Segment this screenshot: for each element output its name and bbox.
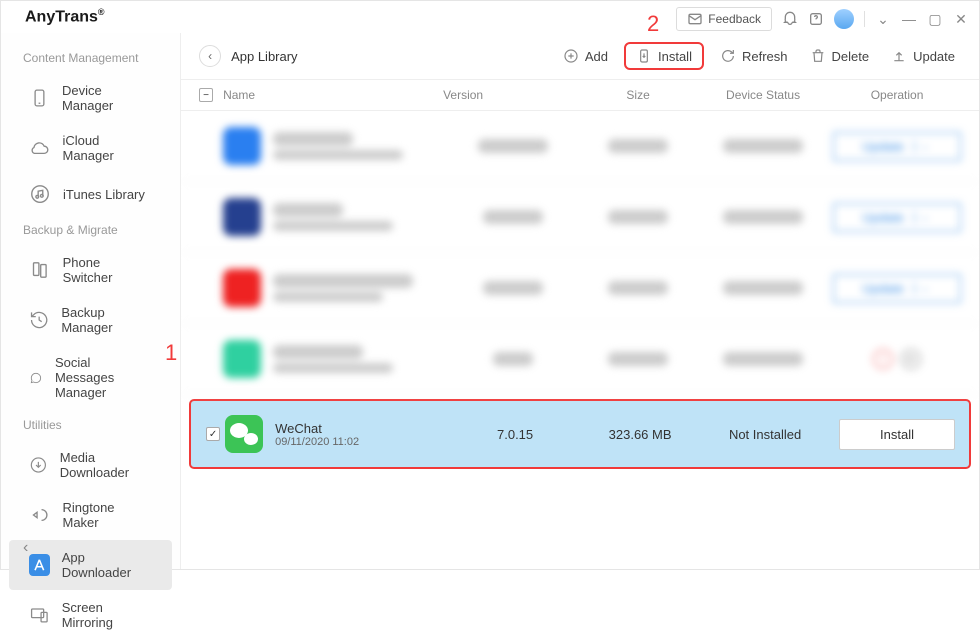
row-update-button[interactable]: Update⌄ — [833, 274, 961, 303]
chevron-down-icon: ⌄ — [914, 283, 932, 294]
plus-circle-icon — [563, 48, 579, 64]
row-update-button[interactable]: Update⌄ — [833, 203, 961, 232]
table-row-selected[interactable]: ✓ WeChat 09/11/2020 11:02 7.0.15 323.66 … — [189, 399, 971, 469]
app-icon — [29, 554, 50, 576]
maximize-button[interactable]: ▢ — [927, 11, 943, 27]
app-size: 323.66 MB — [585, 427, 695, 442]
retry-icon[interactable]: ⟳ — [901, 349, 921, 369]
mirror-icon — [29, 604, 50, 626]
chevron-down-icon[interactable]: ⌄ — [875, 11, 891, 27]
app-brand: AnyTrans® — [25, 7, 105, 26]
column-name: Name — [223, 88, 443, 102]
bell-icon[interactable] — [782, 11, 798, 27]
row-update-button[interactable]: Update⌄ — [833, 132, 961, 161]
app-version: 7.0.15 — [445, 427, 585, 442]
install-button[interactable]: Install — [624, 42, 704, 70]
delete-button[interactable]: Delete — [804, 44, 876, 68]
ringtone-icon — [29, 504, 50, 526]
app-name: WeChat — [275, 421, 359, 436]
callout-2: 2 — [647, 11, 659, 37]
column-version: Version — [443, 88, 583, 102]
sidebar-item-social-messages[interactable]: Social Messages Manager — [9, 345, 172, 410]
select-all-checkbox[interactable]: − — [199, 88, 213, 102]
row-install-button[interactable]: Install — [839, 419, 955, 450]
add-button[interactable]: Add — [557, 44, 614, 68]
switch-icon — [29, 259, 51, 281]
column-operation: Operation — [833, 88, 961, 102]
row-checkbox[interactable]: ✓ — [206, 427, 220, 441]
wechat-app-icon — [225, 415, 263, 453]
download-icon — [29, 454, 48, 476]
sidebar-section: Content Management — [1, 43, 180, 73]
column-status: Device Status — [693, 88, 833, 102]
callout-1: 1 — [165, 340, 177, 366]
app-status: Not Installed — [695, 427, 835, 442]
sidebar-item-itunes-library[interactable]: iTunes Library — [9, 173, 172, 215]
feedback-button[interactable]: Feedback — [676, 7, 772, 31]
update-button[interactable]: Update — [885, 44, 961, 68]
sidebar-section: Backup & Migrate — [1, 215, 180, 245]
table-row[interactable]: Update⌄ — [181, 182, 979, 253]
sidebar: Content Management Device Manager iCloud… — [1, 33, 181, 569]
trash-icon — [810, 48, 826, 64]
close-button[interactable]: ✕ — [953, 11, 969, 27]
table-row[interactable]: Update⌄ — [181, 253, 979, 324]
minimize-button[interactable]: — — [901, 11, 917, 27]
phone-icon — [29, 87, 50, 109]
chat-icon — [29, 367, 43, 389]
music-note-icon — [29, 183, 51, 205]
breadcrumb: App Library — [231, 49, 297, 64]
chevron-down-icon: ⌄ — [914, 212, 932, 223]
sidebar-item-screen-mirroring[interactable]: Screen Mirroring — [9, 590, 172, 640]
refresh-icon — [720, 48, 736, 64]
warning-icon[interactable]: ! — [873, 349, 893, 369]
refresh-button[interactable]: Refresh — [714, 44, 794, 68]
upload-icon — [891, 48, 907, 64]
sidebar-section: Utilities — [1, 410, 180, 440]
sidebar-item-phone-switcher[interactable]: Phone Switcher — [9, 245, 172, 295]
help-icon[interactable] — [808, 11, 824, 27]
app-date: 09/11/2020 11:02 — [275, 436, 359, 448]
sidebar-item-ringtone-maker[interactable]: Ringtone Maker — [9, 490, 172, 540]
mail-icon — [687, 11, 703, 27]
sidebar-item-media-downloader[interactable]: Media Downloader — [9, 440, 172, 490]
table-header: − Name Version Size Device Status Operat… — [181, 79, 979, 111]
chevron-down-icon: ⌄ — [914, 141, 932, 152]
column-size: Size — [583, 88, 693, 102]
sidebar-item-app-downloader[interactable]: App Downloader — [9, 540, 172, 590]
sidebar-item-icloud-manager[interactable]: iCloud Manager — [9, 123, 172, 173]
back-button[interactable]: ‹ — [199, 45, 221, 67]
install-icon — [636, 48, 652, 64]
cloud-icon — [29, 137, 50, 159]
table-row[interactable]: Update⌄ — [181, 111, 979, 182]
sidebar-item-backup-manager[interactable]: Backup Manager — [9, 295, 172, 345]
sidebar-item-device-manager[interactable]: Device Manager — [9, 73, 172, 123]
history-icon — [29, 309, 49, 331]
collapse-sidebar-icon[interactable]: ‹ — [23, 539, 28, 557]
avatar[interactable] — [834, 9, 854, 29]
table-row[interactable]: ! ⟳ — [181, 324, 979, 395]
